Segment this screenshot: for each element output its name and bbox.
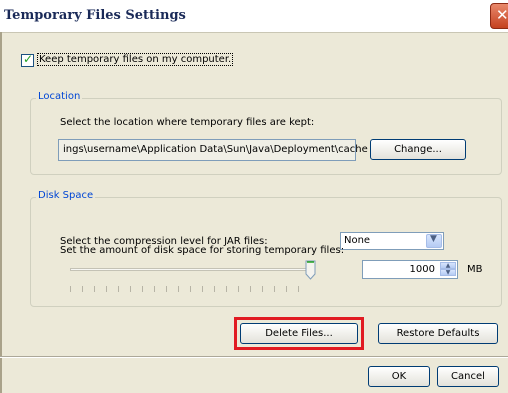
- cache-path-field[interactable]: ings\username\Application Data\Sun\Java\…: [58, 139, 368, 161]
- location-group: [30, 98, 502, 175]
- disk-space-stepper[interactable]: 1000 ▲ ▼: [362, 260, 458, 279]
- highlight-box: [234, 317, 364, 350]
- spin-down-icon[interactable]: ▼: [440, 269, 456, 276]
- location-legend: Location: [36, 91, 83, 102]
- spin-buttons[interactable]: ▲ ▼: [440, 262, 456, 277]
- window-border: [0, 32, 2, 393]
- amount-label: Set the amount of disk space for storing…: [60, 245, 345, 256]
- cancel-button[interactable]: Cancel: [437, 366, 499, 387]
- chevron-down-icon: ▼: [430, 234, 437, 244]
- compression-select[interactable]: None ▼: [340, 232, 444, 250]
- window-title: Temporary Files Settings: [4, 8, 186, 23]
- change-button-label: Change...: [394, 144, 442, 155]
- ok-button[interactable]: OK: [368, 366, 430, 387]
- change-button[interactable]: Change...: [370, 139, 466, 160]
- disk-space-legend: Disk Space: [36, 190, 96, 201]
- disk-space-slider-thumb[interactable]: [305, 260, 316, 280]
- disk-space-slider-track[interactable]: [70, 268, 310, 271]
- keep-files-label[interactable]: Keep temporary files on my computer.: [37, 53, 234, 66]
- restore-defaults-button[interactable]: Restore Defaults: [378, 323, 498, 344]
- spin-up-icon[interactable]: ▲: [440, 262, 456, 269]
- compression-value: None: [344, 235, 371, 246]
- ok-label: OK: [391, 371, 407, 382]
- close-button[interactable]: ✕: [490, 3, 508, 29]
- dropdown-arrow[interactable]: ▼: [426, 234, 442, 248]
- keep-files-checkbox[interactable]: ✓: [21, 52, 34, 67]
- restore-defaults-label: Restore Defaults: [396, 328, 480, 339]
- disk-space-unit: MB: [467, 264, 483, 275]
- disk-space-value: 1000: [409, 264, 435, 275]
- slider-ticks: [70, 286, 310, 292]
- checkmark-icon: ✓: [23, 52, 34, 66]
- cache-path-value: ings\username\Application Data\Sun\Java\…: [63, 144, 368, 155]
- close-icon: ✕: [496, 6, 508, 24]
- location-description: Select the location where temporary file…: [60, 117, 315, 128]
- cancel-label: Cancel: [451, 371, 485, 382]
